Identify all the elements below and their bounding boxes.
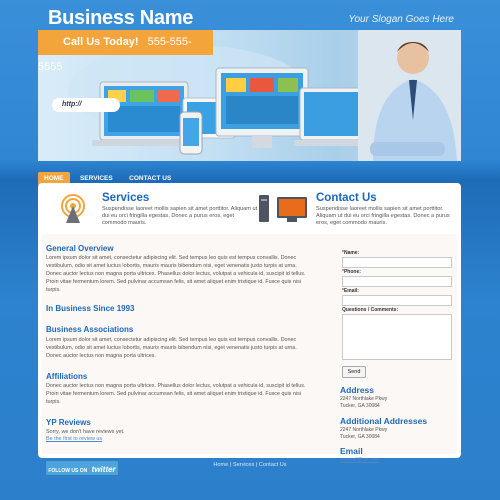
additional-addresses-title: Additional Addresses — [340, 416, 428, 426]
main-nav: HOME SERVICES CONTACT US — [38, 167, 177, 186]
footer-nav: Home | Services | Contact Us — [0, 462, 500, 468]
computer-icon — [259, 195, 309, 230]
affiliations-title: Affiliations — [46, 372, 88, 381]
services-text: Suspendisse laoreet mollis sapien sit am… — [102, 206, 258, 226]
yp-reviews-title: YP Reviews — [46, 418, 91, 427]
footer-home-link[interactable]: Home — [213, 462, 228, 468]
brand-name: Business Name — [48, 7, 194, 29]
comments-label: Questions / Comments: — [342, 307, 399, 313]
affiliations-text: Donec auctor lectus non magna porta ultr… — [46, 383, 306, 405]
email-label: *Email: — [342, 288, 359, 294]
phone-label: *Phone: — [342, 269, 361, 275]
url-bar: http:// — [52, 98, 120, 112]
twitter-prefix: FOLLOW US ON — [48, 468, 88, 474]
additional-address-line1: 2247 Northlake Pkwy — [340, 427, 388, 433]
footer-contact-link[interactable]: Contact Us — [259, 462, 287, 468]
broadcast-icon — [58, 193, 88, 230]
services-title: Services — [102, 192, 150, 204]
overview-text: Lorem ipsum dolor sit amet, consectetur … — [46, 255, 306, 293]
call-label: Call Us Today! — [63, 36, 139, 48]
name-label: *Name: — [342, 250, 360, 256]
name-field[interactable] — [342, 257, 452, 268]
footer-services-link[interactable]: Services — [233, 462, 254, 468]
contact-title: Contact Us — [316, 192, 377, 204]
since-title: In Business Since 1993 — [46, 304, 135, 313]
footer-separator: | — [229, 462, 232, 468]
footer-separator: | — [255, 462, 258, 468]
call-us-banner: Call Us Today! 555-555-5555 — [38, 30, 213, 73]
email-field[interactable] — [342, 295, 452, 306]
address-line2: Tucker, GA 30084 — [340, 403, 380, 409]
address-title: Address — [340, 385, 375, 395]
phone-field[interactable] — [342, 276, 452, 287]
review-link[interactable]: Be the first to review us — [46, 436, 102, 442]
yp-reviews-text: Sorry, we don't have reviews yet. — [46, 429, 125, 435]
contact-text: Suspendisse laoreet mollis sapien sit am… — [316, 206, 450, 226]
associations-text: Lorem ipsum dolor sit amet, consectetur … — [46, 337, 297, 359]
email-title: Email — [340, 446, 363, 456]
comments-field[interactable] — [342, 314, 452, 360]
overview-title: General Overview — [46, 244, 114, 253]
additional-address-line2: Tucker, GA 30084 — [340, 434, 380, 440]
send-button[interactable]: Send — [342, 366, 366, 378]
address-line1: 2247 Northlake Pkwy — [340, 396, 388, 402]
associations-title: Business Associations — [46, 325, 134, 334]
slogan: Your Slogan Goes Here — [348, 14, 454, 25]
